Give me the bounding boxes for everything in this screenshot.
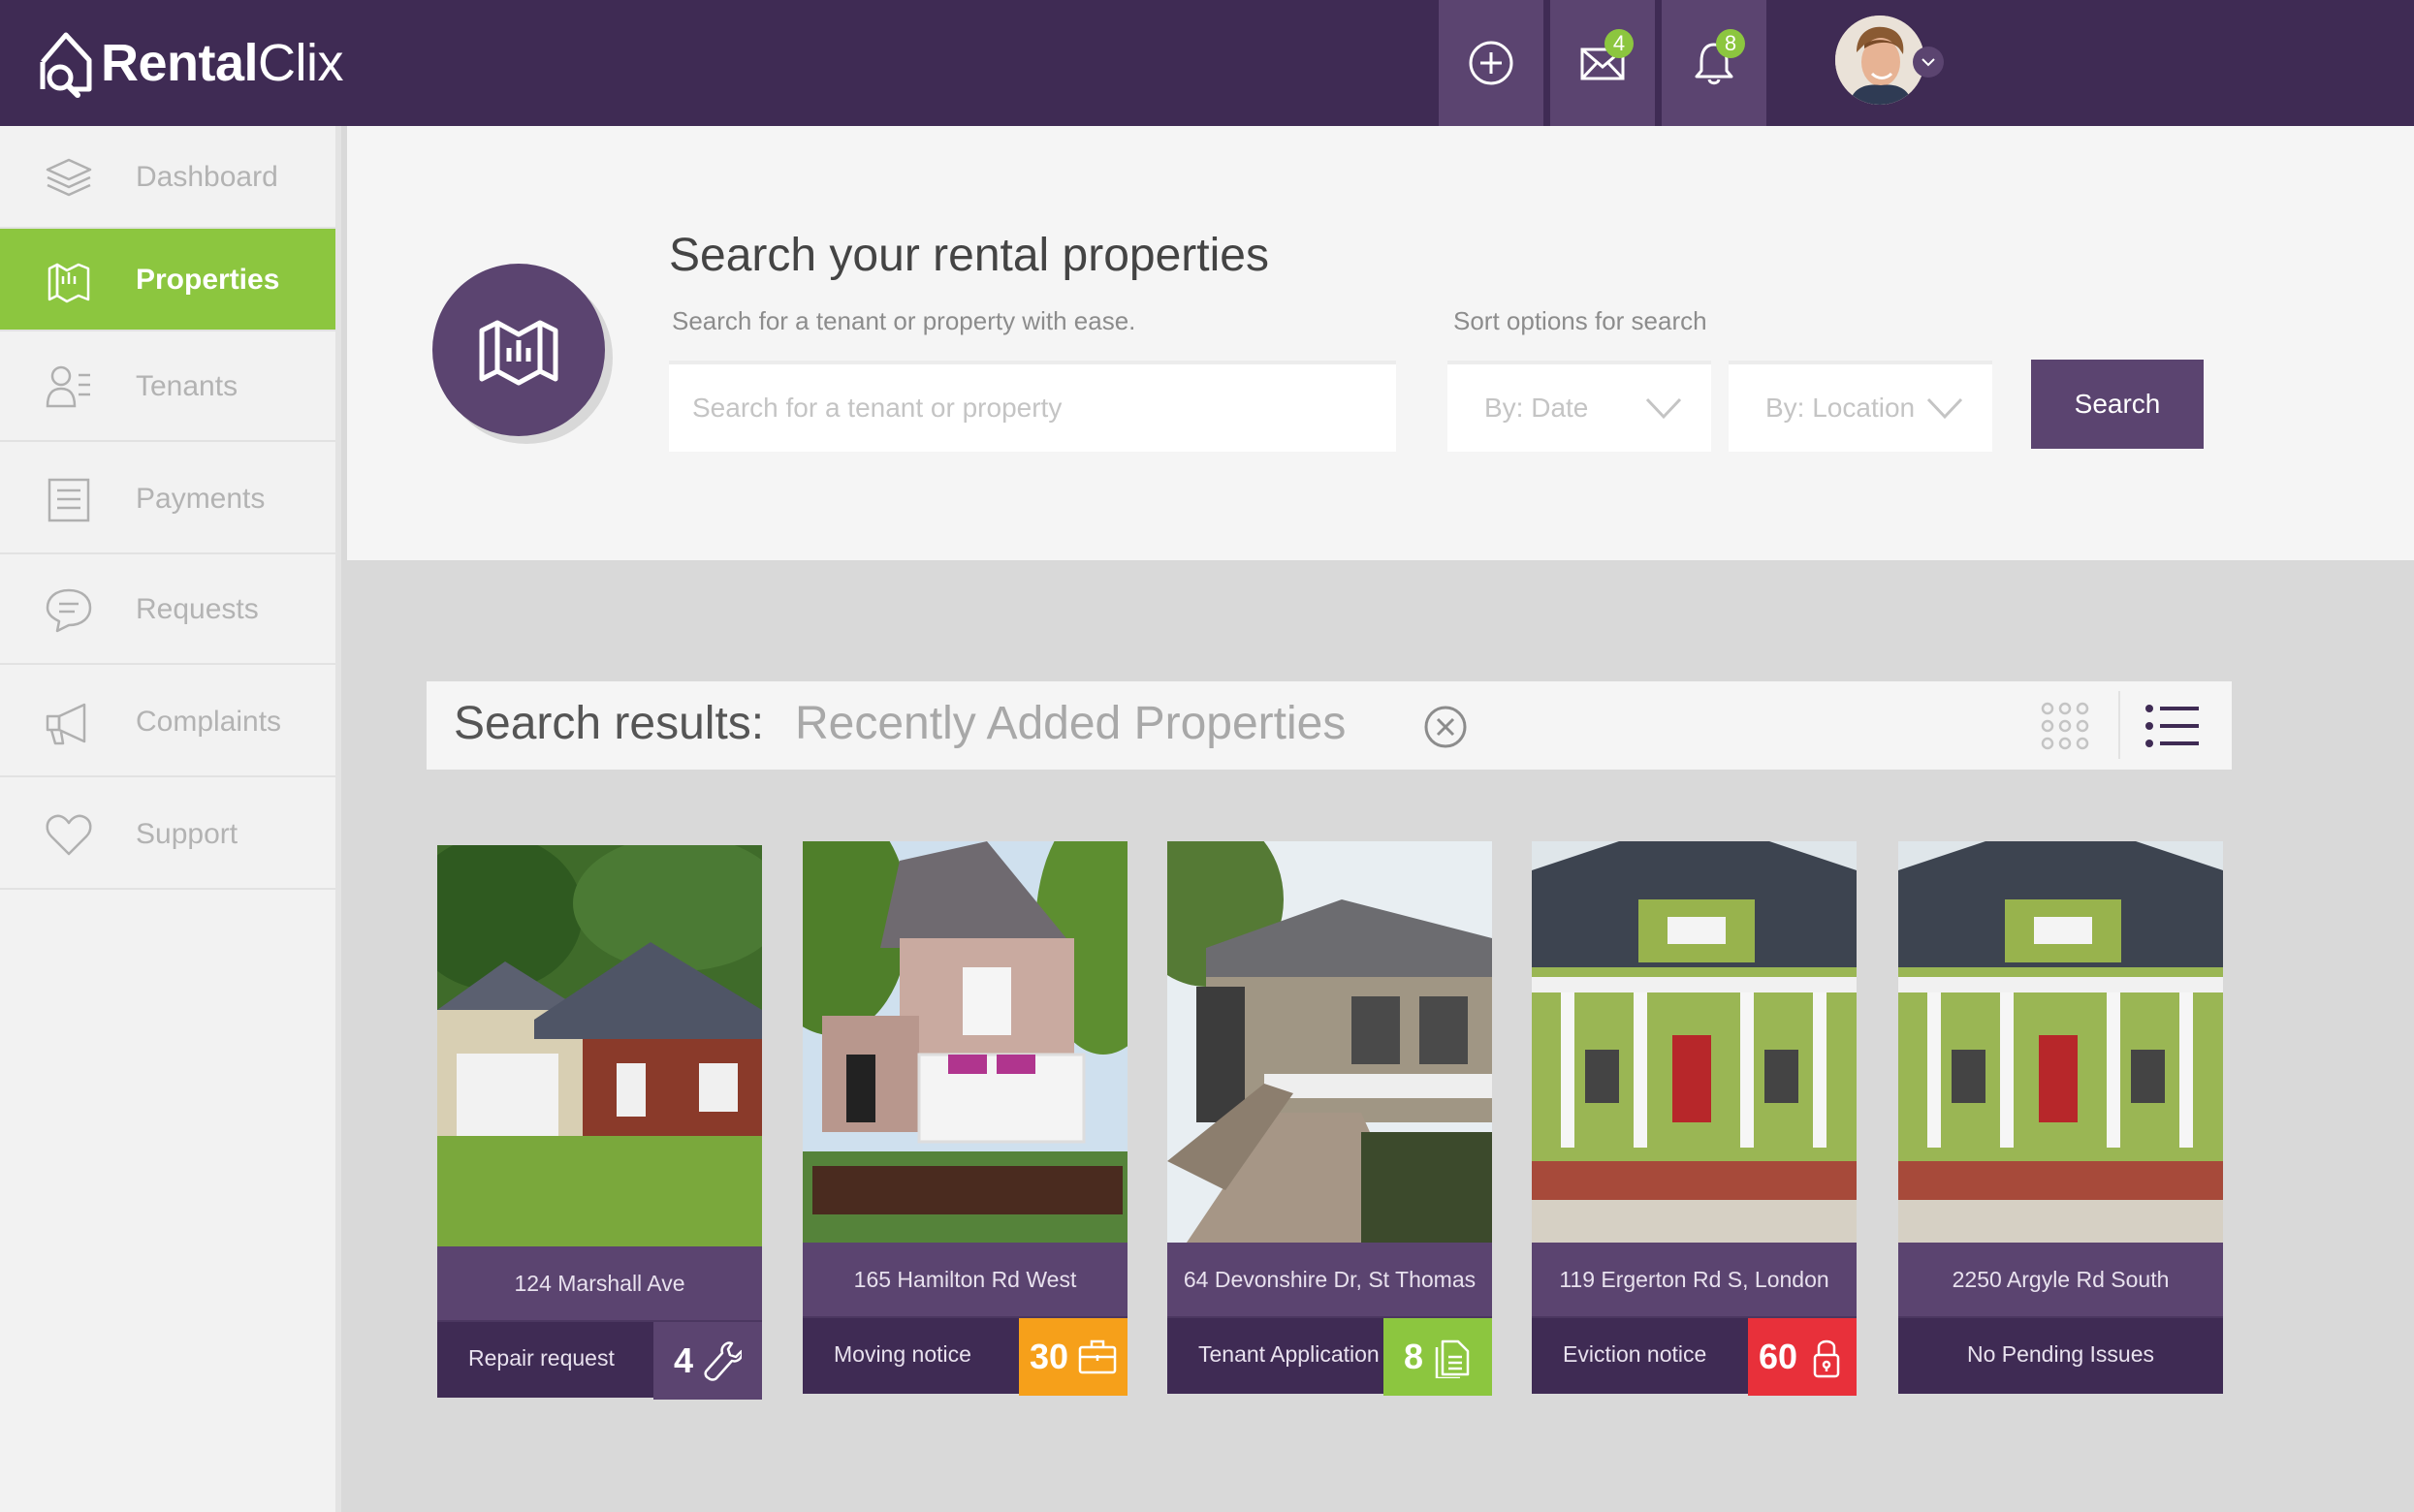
sidebar-item-label: Complaints <box>136 706 282 738</box>
properties-badge <box>432 264 605 436</box>
sort-date-select[interactable]: By: Date <box>1447 361 1711 452</box>
chevron-down-icon <box>1645 397 1682 420</box>
sidebar-item-support[interactable]: Support <box>0 777 335 890</box>
property-card[interactable]: 124 Marshall Ave Repair request 4 <box>437 845 762 1400</box>
user-list-icon <box>43 361 95 413</box>
map-icon <box>479 320 558 386</box>
status-label: Moving notice <box>834 1341 971 1367</box>
status-label: Tenant Application <box>1198 1341 1380 1367</box>
avatar-photo <box>1835 16 1924 105</box>
status-count: 4 <box>673 1340 694 1380</box>
notifications-badge: 8 <box>1716 29 1745 58</box>
sidebar-item-tenants[interactable]: Tenants <box>0 331 335 442</box>
grid-view-icon[interactable] <box>2040 701 2090 751</box>
chevron-down-icon <box>1922 58 1935 67</box>
briefcase-icon <box>1078 1339 1117 1374</box>
top-bar: RentalClix 4 8 <box>0 0 2414 126</box>
search-button[interactable]: Search <box>2031 360 2204 449</box>
property-address: 124 Marshall Ave <box>437 1246 762 1320</box>
property-card[interactable]: 165 Hamilton Rd West Moving notice 30 <box>803 841 1128 1396</box>
property-status[interactable]: No Pending Issues <box>1898 1316 2223 1394</box>
user-menu-caret[interactable] <box>1913 47 1944 78</box>
property-photo <box>1532 841 1857 1243</box>
logo[interactable]: RentalClix <box>37 27 344 99</box>
status-count-badge[interactable]: 8 <box>1383 1318 1492 1396</box>
heart-icon <box>43 808 95 861</box>
lock-icon <box>1813 1339 1840 1378</box>
sidebar-item-label: Properties <box>136 264 280 296</box>
add-button[interactable] <box>1439 0 1543 126</box>
search-panel <box>347 126 2414 560</box>
sidebar-item-properties[interactable]: Properties <box>0 229 335 331</box>
results-bar: Search results: Recently Added Propertie… <box>427 681 2232 770</box>
property-photo <box>437 845 762 1246</box>
page-title: Search your rental properties <box>669 230 1269 281</box>
document-lines-icon <box>43 473 95 525</box>
notifications-button[interactable]: 8 <box>1662 0 1766 126</box>
wrench-icon <box>704 1341 743 1381</box>
user-avatar[interactable] <box>1835 16 1924 105</box>
property-photo <box>1167 841 1492 1243</box>
layers-icon <box>43 151 95 204</box>
search-subtitle: Search for a tenant or property with eas… <box>672 306 1136 335</box>
view-toggle-divider <box>2118 691 2120 759</box>
sidebar-item-requests[interactable]: Requests <box>0 554 335 665</box>
sort-date-label: By: Date <box>1484 393 1589 423</box>
messages-button[interactable]: 4 <box>1550 0 1655 126</box>
sort-location-select[interactable]: By: Location <box>1729 361 1992 452</box>
property-status[interactable]: Eviction notice 60 <box>1532 1316 1857 1396</box>
sidebar-item-label: Support <box>136 818 238 850</box>
list-view-icon[interactable] <box>2144 703 2201 749</box>
property-photo <box>803 841 1128 1243</box>
chat-bubble-icon <box>43 583 95 636</box>
sort-label: Sort options for search <box>1453 306 1707 335</box>
house-search-icon <box>40 32 92 98</box>
sidebar-item-payments[interactable]: Payments <box>0 442 335 554</box>
status-count: 30 <box>1029 1337 1069 1376</box>
messages-badge: 4 <box>1604 29 1634 58</box>
logo-text: RentalClix <box>101 34 344 92</box>
sort-location-label: By: Location <box>1765 393 1916 423</box>
chevron-down-icon <box>1926 397 1963 420</box>
clear-search-icon[interactable] <box>1423 705 1468 749</box>
sidebar-item-label: Tenants <box>136 370 238 402</box>
map-icon <box>43 254 95 306</box>
status-count-badge[interactable]: 30 <box>1019 1318 1128 1396</box>
property-card[interactable]: 2250 Argyle Rd South No Pending Issues <box>1898 841 2223 1394</box>
results-query: Recently Added Properties <box>795 698 1347 749</box>
sidebar-item-label: Payments <box>136 483 266 515</box>
property-address: 64 Devonshire Dr, St Thomas <box>1167 1243 1492 1316</box>
property-photo <box>1898 841 2223 1243</box>
property-card[interactable]: 64 Devonshire Dr, St Thomas Tenant Appli… <box>1167 841 1492 1396</box>
status-count-badge[interactable]: 4 <box>653 1322 762 1400</box>
property-card[interactable]: 119 Ergerton Rd S, London Eviction notic… <box>1532 841 1857 1396</box>
property-status[interactable]: Repair request 4 <box>437 1320 762 1400</box>
property-status[interactable]: Tenant Application 8 <box>1167 1316 1492 1396</box>
status-label: Repair request <box>468 1345 615 1370</box>
megaphone-icon <box>43 696 95 748</box>
property-status[interactable]: Moving notice 30 <box>803 1316 1128 1396</box>
property-address: 2250 Argyle Rd South <box>1898 1243 2223 1316</box>
sidebar-item-label: Dashboard <box>136 161 278 193</box>
status-count: 8 <box>1403 1337 1424 1376</box>
status-label: No Pending Issues <box>1966 1341 2155 1367</box>
sidebar: Dashboard Properties Tenants Payments Re… <box>0 126 341 1512</box>
status-count: 60 <box>1758 1337 1798 1376</box>
sidebar-item-dashboard[interactable]: Dashboard <box>0 126 335 229</box>
plus-circle-icon <box>1469 41 1513 85</box>
search-input[interactable] <box>669 361 1396 452</box>
status-count-badge[interactable]: 60 <box>1748 1318 1857 1396</box>
documents-icon <box>1435 1339 1470 1378</box>
status-label: Eviction notice <box>1563 1341 1707 1367</box>
property-address: 119 Ergerton Rd S, London <box>1532 1243 1857 1316</box>
results-title: Search results: <box>454 698 765 749</box>
sidebar-item-label: Requests <box>136 593 259 625</box>
sidebar-item-complaints[interactable]: Complaints <box>0 665 335 777</box>
property-address: 165 Hamilton Rd West <box>803 1243 1128 1316</box>
